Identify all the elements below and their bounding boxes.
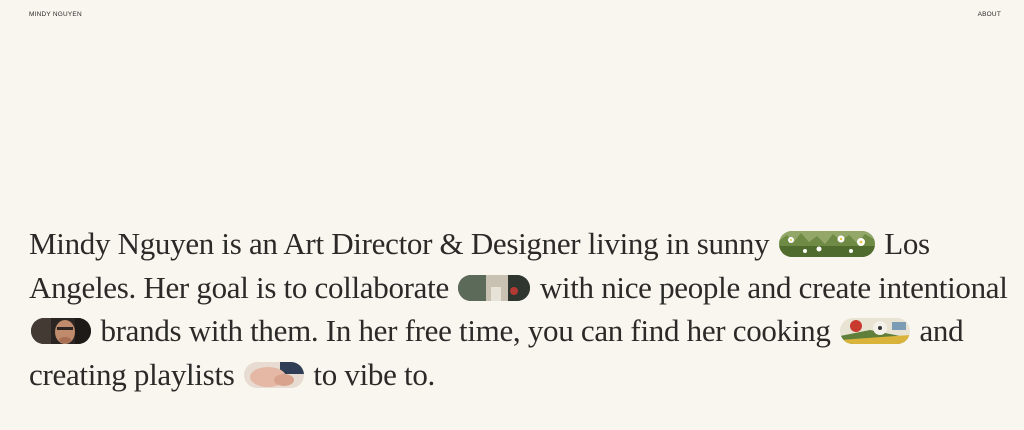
bio-paragraph: Mindy Nguyen is an Art Director & Design… — [29, 222, 1009, 396]
portrait-photo — [31, 318, 91, 344]
bio-text-6: to vibe to. — [313, 356, 435, 392]
home-name-link[interactable]: MINDY NGUYEN — [29, 11, 82, 18]
music-hands-photo — [243, 361, 304, 388]
bio-text-4: brands with them. In her free time, you … — [100, 313, 831, 348]
meadow-flowers-photo — [778, 231, 875, 257]
top-bar: MINDY NGUYEN ABOUT — [29, 9, 1001, 19]
bio-text-1: Mindy Nguyen is an Art Director & Design… — [29, 226, 770, 261]
bio-text-3: with nice people and create intentional — [539, 269, 1008, 305]
collaboration-photo — [458, 274, 531, 301]
about-link[interactable]: ABOUT — [978, 11, 1001, 18]
cooking-photo — [839, 318, 910, 344]
